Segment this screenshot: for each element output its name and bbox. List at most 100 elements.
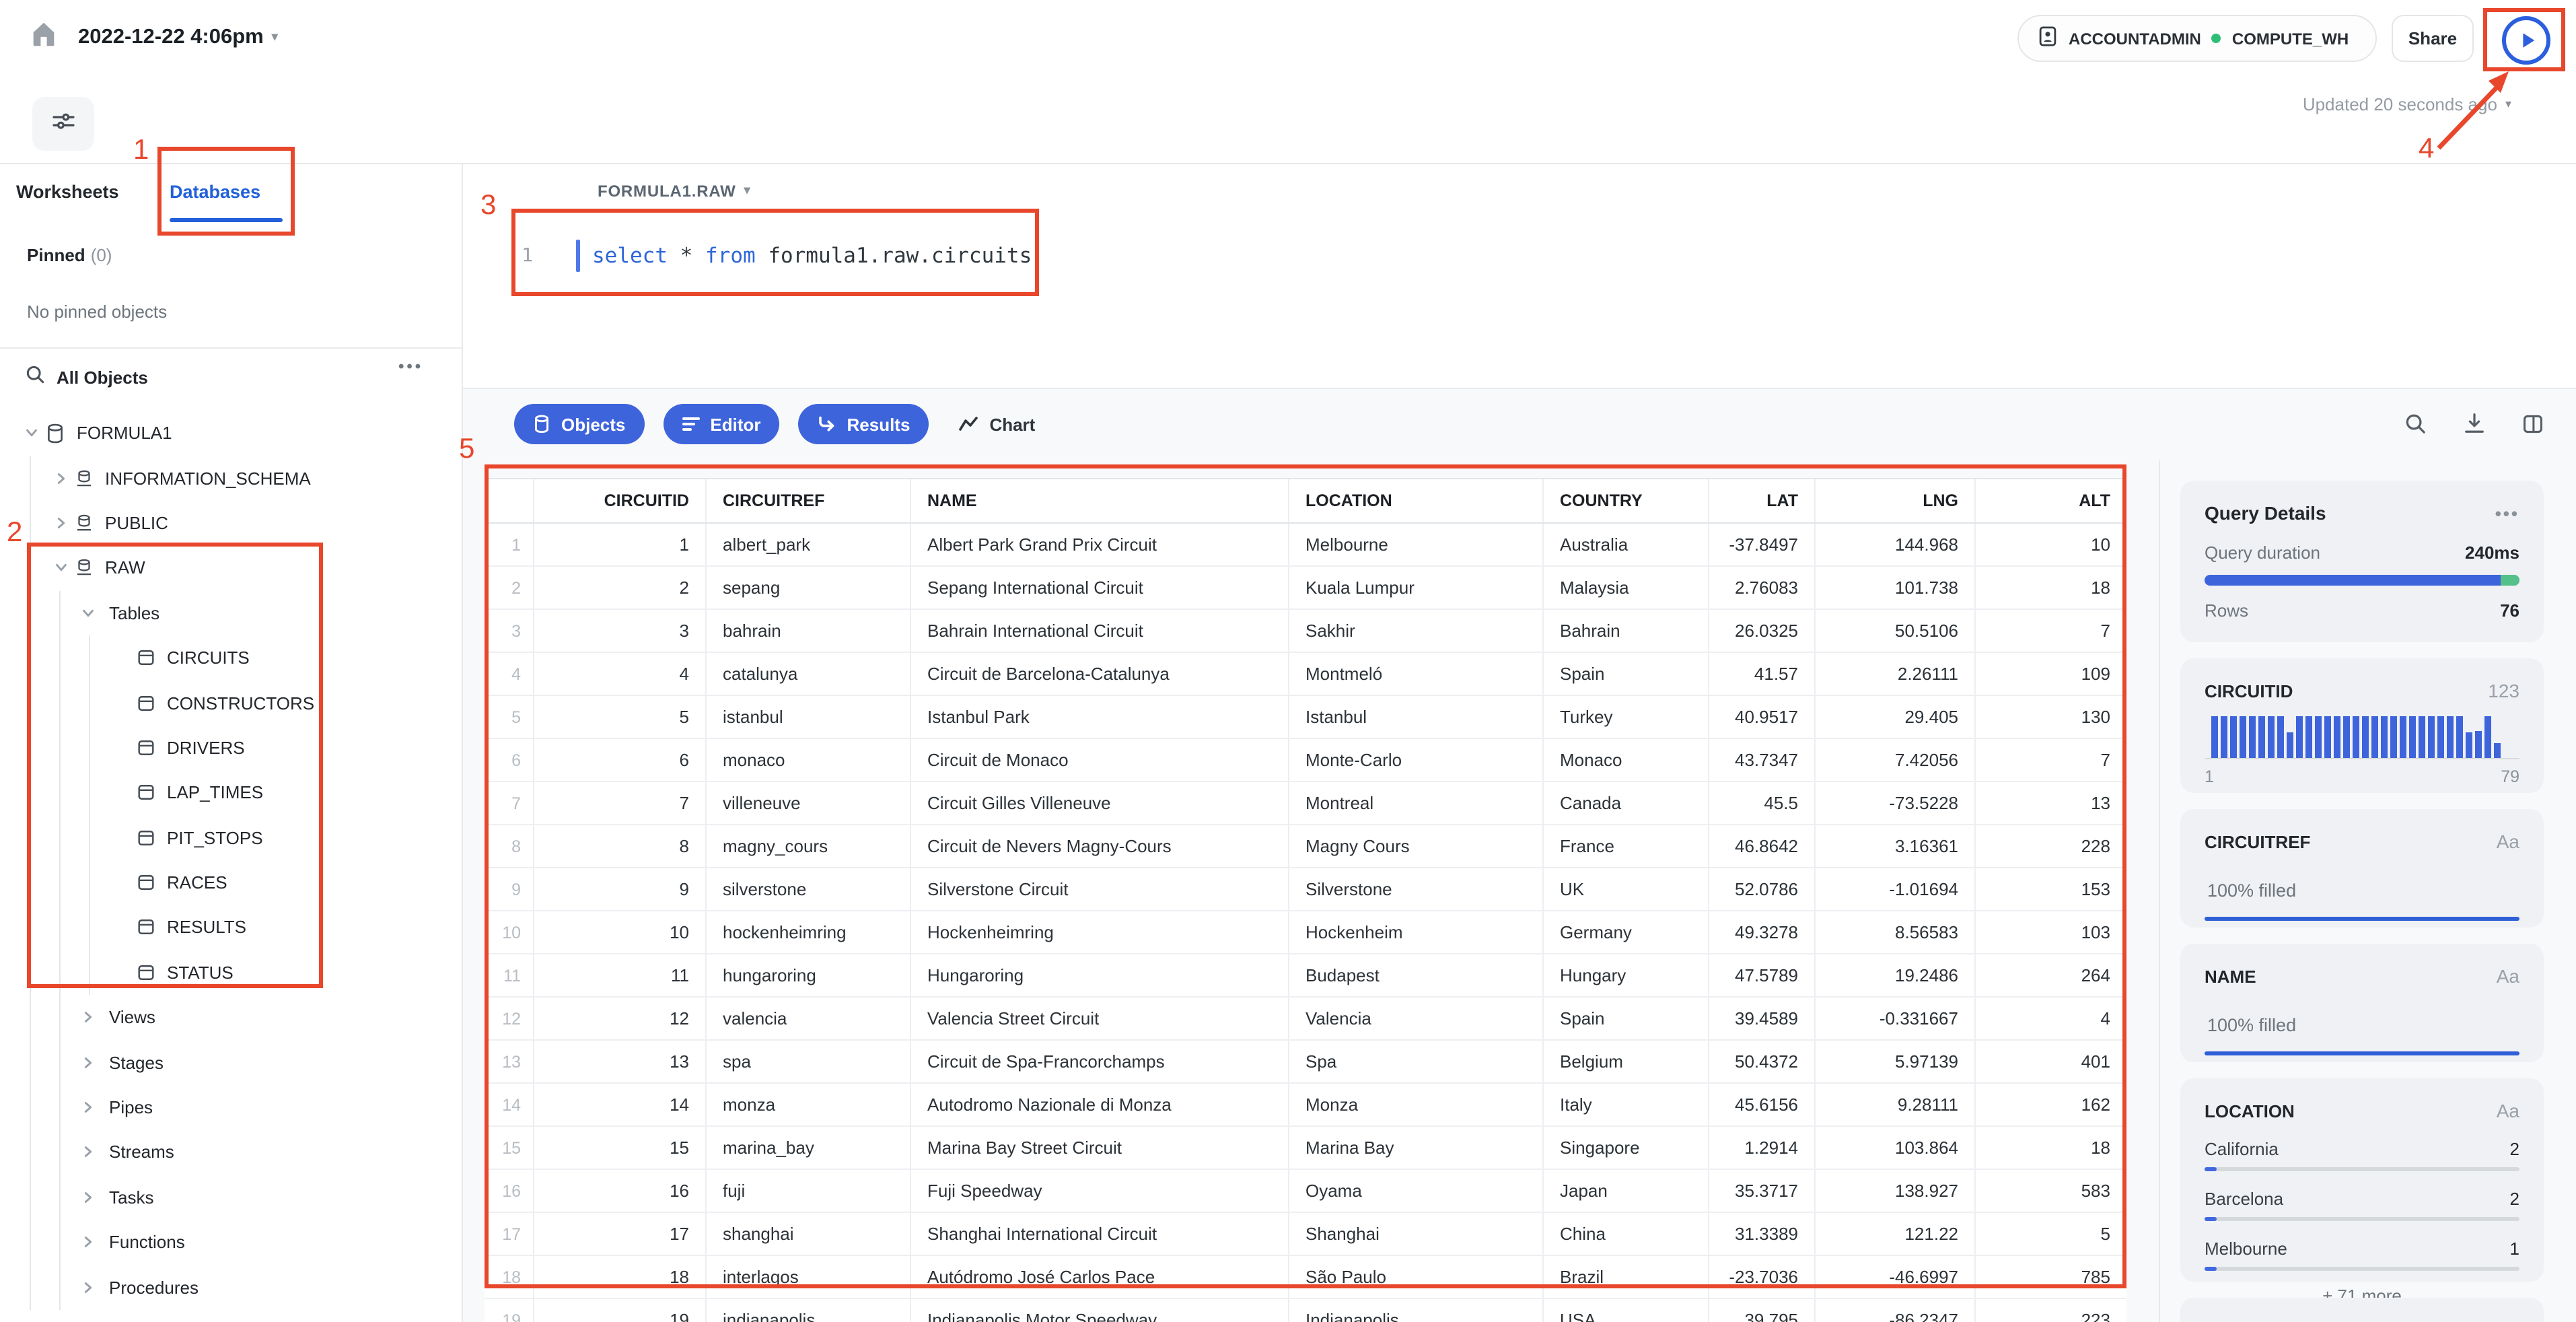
search-icon[interactable] — [24, 363, 46, 392]
chevron-right-icon[interactable] — [81, 1234, 101, 1249]
tree-item-streams[interactable]: Streams — [0, 1130, 462, 1175]
tree-item-tasks[interactable]: Tasks — [0, 1175, 462, 1220]
column-header-circuitref[interactable]: CIRCUITREF — [707, 479, 911, 522]
tree-item-raw[interactable]: RAW — [0, 545, 462, 590]
updated-status[interactable]: Updated 20 seconds ago ▾ — [2303, 94, 2511, 114]
chevron-down-icon[interactable] — [54, 561, 74, 576]
tree-item-drivers[interactable]: DRIVERS — [0, 725, 462, 770]
toggle-chart[interactable]: Chart — [947, 404, 1046, 444]
tab-databases[interactable]: Databases — [170, 182, 260, 202]
download-icon[interactable] — [2463, 412, 2486, 442]
top-value-count: 2 — [2509, 1189, 2519, 1209]
table-row[interactable]: 10 10 hockenheimring Hockenheimring Hockenhe… — [485, 911, 2126, 954]
table-cell: Germany — [1544, 911, 1709, 953]
results-table: CIRCUITID CIRCUITREF NAME LOCATION COUNTRY LA… — [485, 478, 2126, 1322]
share-button[interactable]: Share — [2392, 15, 2474, 62]
column-header-lng[interactable]: LNG — [1816, 479, 1976, 522]
toggle-results[interactable]: Results — [798, 404, 929, 444]
worksheet-title[interactable]: 2022-12-22 4:06pm ▾ — [78, 26, 278, 50]
column-header-lat[interactable]: LAT — [1709, 479, 1816, 522]
tree-item-label: Pipes — [109, 1097, 153, 1118]
tree-item-views[interactable]: Views — [0, 995, 462, 1040]
chevron-right-icon[interactable] — [54, 471, 74, 485]
search-icon[interactable] — [2404, 412, 2427, 442]
table-row[interactable]: 16 16 fuji Fuji Speedway Oyama Japan 35.3717 13… — [485, 1170, 2126, 1213]
tree-item-lap_times[interactable]: LAP_TIMES — [0, 770, 462, 815]
column-header-location[interactable]: LOCATION — [1289, 479, 1544, 522]
table-row[interactable]: 6 6 monaco Circuit de Monaco Monte-Carlo Mona… — [485, 739, 2126, 782]
chevron-right-icon[interactable] — [81, 1145, 101, 1160]
table-row[interactable]: 5 5 istanbul Istanbul Park Istanbul Turkey 40.… — [485, 696, 2126, 739]
role-warehouse-selector[interactable]: ACCOUNTADMIN COMPUTE_WH — [2017, 15, 2377, 62]
table-row[interactable]: 2 2 sepang Sepang International Circuit Kual… — [485, 567, 2126, 610]
run-query-button[interactable] — [2502, 16, 2550, 65]
table-row[interactable]: 8 8 magny_cours Circuit de Nevers Magny-Cou… — [485, 825, 2126, 868]
column-header-alt[interactable]: ALT — [1976, 479, 2126, 522]
tree-item-formula1[interactable]: FORMULA1 — [0, 411, 462, 456]
table-row[interactable]: 18 18 interlagos Autódromo José Carlos Pace… — [485, 1256, 2126, 1299]
table-row[interactable]: 1 1 albert_park Albert Park Grand Prix Circ… — [485, 524, 2126, 567]
all-objects-search[interactable]: All Objects — [57, 368, 148, 388]
columns-panel-icon[interactable] — [2522, 413, 2544, 441]
toggle-editor[interactable]: Editor — [663, 404, 780, 444]
table-row[interactable]: 11 11 hungaroring Hungaroring Budapest Hungar… — [485, 954, 2126, 998]
table-row[interactable]: 4 4 catalunya Circuit de Barcelona-Cataluny… — [485, 653, 2126, 696]
tree-item-tables[interactable]: Tables — [0, 590, 462, 635]
table-row[interactable]: 14 14 monza Autodromo Nazionale di Monza Mon… — [485, 1084, 2126, 1127]
rows-value: 76 — [2500, 600, 2519, 621]
no-pinned-objects-text: No pinned objects — [27, 302, 168, 322]
toggle-objects[interactable]: Objects — [514, 404, 645, 444]
query-details-card: Query Details ••• Query duration 240ms R… — [2180, 481, 2544, 642]
column-header-country[interactable]: COUNTRY — [1544, 479, 1709, 522]
column-header-name[interactable]: NAME — [911, 479, 1289, 522]
tab-worksheets[interactable]: Worksheets — [16, 182, 119, 202]
tree-item-pit_stops[interactable]: PIT_STOPS — [0, 815, 462, 860]
database-context-selector[interactable]: FORMULA1.RAW ▾ — [598, 182, 750, 201]
column-header-circuitid[interactable]: CIRCUITID — [534, 479, 707, 522]
tree-item-functions[interactable]: Functions — [0, 1220, 462, 1265]
table-cell: Japan — [1544, 1170, 1709, 1212]
tree-item-snowflake[interactable]: SNOWFLAKE — [0, 1310, 462, 1322]
tree-item-circuits[interactable]: CIRCUITS — [0, 635, 462, 681]
tree-item-procedures[interactable]: Procedures — [0, 1265, 462, 1310]
chevron-down-icon[interactable] — [81, 606, 101, 621]
table-row[interactable]: 7 7 villeneuve Circuit Gilles Villeneuve Mon… — [485, 782, 2126, 825]
histogram-bar — [2456, 716, 2464, 758]
tree-item-pipes[interactable]: Pipes — [0, 1085, 462, 1130]
table-row[interactable]: 3 3 bahrain Bahrain International Circuit Sa… — [485, 610, 2126, 653]
tree-item-status[interactable]: STATUS — [0, 950, 462, 995]
tree-item-public[interactable]: PUBLIC — [0, 501, 462, 546]
duration-value: 240ms — [2465, 543, 2519, 563]
table-cell: 1.2914 — [1709, 1127, 1816, 1169]
table-row[interactable]: 13 13 spa Circuit de Spa-Francorchamps Spa Be… — [485, 1041, 2126, 1084]
chevron-right-icon[interactable] — [81, 1010, 101, 1025]
table-row[interactable]: 12 12 valencia Valencia Street Circuit Valen… — [485, 998, 2126, 1041]
chevron-right-icon[interactable] — [81, 1280, 101, 1294]
table-cell: Hockenheimring — [911, 911, 1289, 953]
chevron-right-icon[interactable] — [81, 1190, 101, 1205]
more-menu-icon[interactable]: ••• — [2495, 503, 2519, 523]
chevron-right-icon[interactable] — [81, 1100, 101, 1115]
table-row[interactable]: 17 17 shanghai Shanghai International Circu… — [485, 1213, 2126, 1256]
tree-item-label: Procedures — [109, 1277, 199, 1298]
home-icon[interactable] — [28, 19, 59, 57]
table-row[interactable]: 19 19 indianapolis Indianapolis Motor Speed… — [485, 1299, 2126, 1322]
tree-item-results[interactable]: RESULTS — [0, 905, 462, 950]
table-cell: Spain — [1544, 998, 1709, 1039]
tree-item-races[interactable]: RACES — [0, 860, 462, 905]
table-row[interactable]: 9 9 silverstone Silverstone Circuit Silverst… — [485, 868, 2126, 911]
tree-item-stages[interactable]: Stages — [0, 1040, 462, 1085]
table-row[interactable]: 15 15 marina_bay Marina Bay Street Circuit M… — [485, 1127, 2126, 1170]
table-cell: 401 — [2081, 1051, 2110, 1072]
more-menu-icon[interactable]: ••• — [398, 357, 423, 376]
sql-input[interactable]: select * from formula1.raw.circuits — [592, 244, 1032, 268]
tree-item-constructors[interactable]: CONSTRUCTORS — [0, 681, 462, 726]
chevron-right-icon[interactable] — [54, 516, 74, 530]
row-number: 16 — [485, 1170, 534, 1212]
worksheet-settings-button[interactable] — [32, 97, 94, 151]
table-cell: Spain — [1544, 653, 1709, 695]
chevron-down-icon[interactable] — [24, 425, 44, 440]
top-value-track — [2205, 1167, 2519, 1171]
chevron-right-icon[interactable] — [81, 1055, 101, 1070]
tree-item-information_schema[interactable]: INFORMATION_SCHEMA — [0, 456, 462, 501]
